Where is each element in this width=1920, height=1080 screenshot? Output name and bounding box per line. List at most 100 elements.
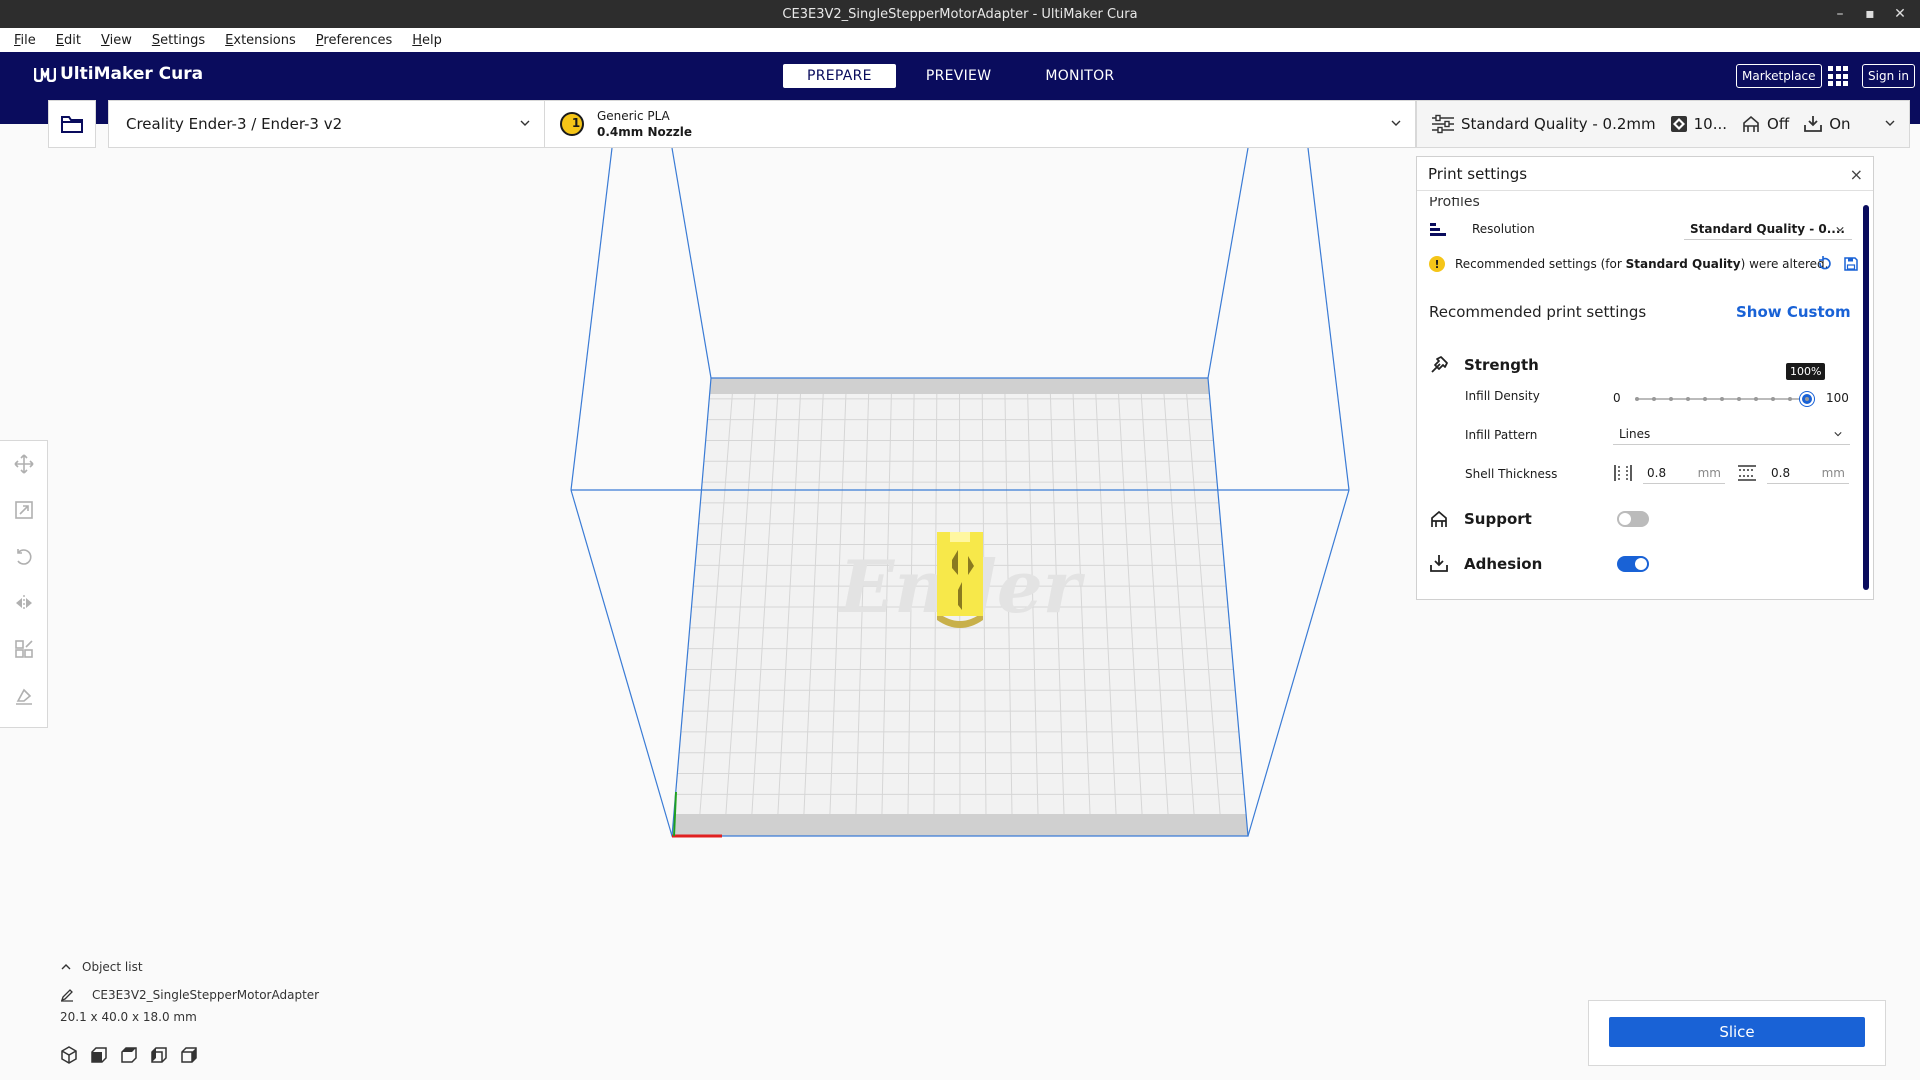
chevron-down-icon <box>1834 432 1842 437</box>
move-icon <box>13 454 34 474</box>
recommended-title: Recommended print settings <box>1429 303 1647 321</box>
print-settings-panel: Print settings × Profiles Resolution Sta… <box>1416 156 1874 600</box>
tab-preview[interactable]: PREVIEW <box>902 64 1016 88</box>
right-view-icon[interactable] <box>180 1046 198 1064</box>
window-title-bar: CE3E3V2_SingleStepperMotorAdapter - Ulti… <box>0 0 1920 28</box>
show-custom-button[interactable]: Show Custom <box>1736 303 1851 321</box>
slider-tick <box>1737 397 1741 401</box>
object-name: CE3E3V2_SingleStepperMotorAdapter <box>92 988 320 1002</box>
menu-preferences[interactable]: Preferences <box>308 33 400 48</box>
3d-view-icon[interactable] <box>60 1046 78 1064</box>
profiles-heading: Profiles <box>1429 197 1480 209</box>
transform-toolbar <box>0 440 48 728</box>
adhesion-toggle[interactable] <box>1617 556 1649 572</box>
infill-summary: 10... <box>1693 115 1728 133</box>
close-icon[interactable]: × <box>1850 165 1863 184</box>
menu-help[interactable]: Help <box>404 33 450 48</box>
top-view-icon[interactable] <box>120 1046 138 1064</box>
printer-name: Creality Ender-3 / Ender-3 v2 <box>126 115 343 133</box>
model-object[interactable] <box>937 532 983 628</box>
menu-file[interactable]: File <box>6 33 44 48</box>
support-toggle[interactable] <box>1617 511 1649 527</box>
support-icon <box>1743 115 1759 132</box>
object-list-header[interactable]: Object list <box>60 960 319 974</box>
mirror-icon <box>15 595 32 612</box>
strength-title: Strength <box>1464 356 1539 374</box>
nozzle-size: 0.4mm Nozzle <box>597 125 692 139</box>
slice-panel: Slice <box>1588 1000 1886 1066</box>
infill-icon <box>1670 116 1687 132</box>
save-icon[interactable] <box>1843 256 1859 272</box>
menu-view[interactable]: View <box>93 33 140 48</box>
slice-button[interactable]: Slice <box>1609 1017 1865 1047</box>
settings-sliders-icon <box>1432 114 1454 134</box>
panel-scrollbar[interactable] <box>1863 205 1869 590</box>
slider-tick <box>1805 397 1809 401</box>
infill-pattern-dropdown[interactable]: Lines <box>1613 423 1850 445</box>
top-bottom-thickness-input[interactable]: 0.8 mm <box>1767 462 1849 484</box>
recommended-header: Recommended print settings Show Custom <box>1429 301 1851 323</box>
menu-settings[interactable]: Settings <box>144 33 213 48</box>
slider-tick <box>1652 397 1656 401</box>
rotate-tool-button[interactable] <box>8 542 40 572</box>
camera-view-buttons <box>60 1046 210 1064</box>
adhesion-summary: On <box>1829 115 1851 133</box>
close-window-button[interactable]: ✕ <box>1886 0 1914 28</box>
slider-tick <box>1771 397 1775 401</box>
wall-thickness-input[interactable]: 0.8 mm <box>1643 462 1725 484</box>
object-list-title: Object list <box>82 960 143 974</box>
sign-in-button[interactable]: Sign in <box>1862 64 1915 88</box>
warning-icon: ! <box>1429 256 1445 272</box>
rotate-icon <box>16 548 31 565</box>
tab-monitor[interactable]: MONITOR <box>1021 64 1138 88</box>
resolution-dropdown[interactable]: Standard Quality - 0.... <box>1684 218 1852 240</box>
panel-title: Print settings <box>1428 164 1528 183</box>
wall-thickness-icon <box>1614 465 1632 481</box>
slider-tick <box>1703 397 1707 401</box>
tab-prepare[interactable]: PREPARE <box>783 64 896 88</box>
infill-pattern-label: Infill Pattern <box>1465 428 1538 442</box>
open-file-button[interactable] <box>48 100 96 148</box>
object-list: Object list CE3E3V2_SingleStepperMotorAd… <box>60 960 319 1024</box>
minimize-button[interactable]: – <box>1826 0 1854 28</box>
resolution-row: Resolution Standard Quality - 0.... <box>1429 217 1852 241</box>
slider-tick <box>1635 397 1639 401</box>
support-blocker-button[interactable] <box>8 681 40 711</box>
adhesion-icon <box>1804 116 1823 132</box>
app-logo: UltiMaker Cura <box>34 64 203 84</box>
menu-edit[interactable]: Edit <box>48 33 89 48</box>
chevron-down-icon <box>1391 120 1401 126</box>
window-title: CE3E3V2_SingleStepperMotorAdapter - Ulti… <box>782 6 1138 22</box>
marketplace-button[interactable]: Marketplace <box>1736 64 1822 88</box>
support-summary: Off <box>1767 115 1790 133</box>
object-dimensions: 20.1 x 40.0 x 18.0 mm <box>60 1010 197 1024</box>
infill-density-label: Infill Density <box>1465 389 1540 403</box>
print-settings-selector[interactable]: Standard Quality - 0.2mm 10... Off On <box>1416 100 1910 148</box>
per-model-settings-icon <box>14 640 33 659</box>
reset-icon[interactable] <box>1817 256 1833 272</box>
move-tool-button[interactable] <box>8 449 40 479</box>
menu-extensions[interactable]: Extensions <box>217 33 304 48</box>
mirror-tool-button[interactable] <box>8 588 40 618</box>
resolution-icon <box>1430 223 1446 236</box>
support-title: Support <box>1464 510 1532 528</box>
chevron-down-icon <box>520 120 530 126</box>
ultimaker-logo-icon <box>34 68 56 82</box>
per-model-settings-button[interactable] <box>8 634 40 664</box>
slider-tick <box>1788 397 1792 401</box>
top-bottom-thickness-icon <box>1738 465 1756 481</box>
scale-tool-button[interactable] <box>8 495 40 525</box>
infill-min-label: 0 <box>1613 391 1621 405</box>
support-icon <box>1431 510 1447 527</box>
printer-selector[interactable]: Creality Ender-3 / Ender-3 v2 <box>108 100 545 148</box>
material-selector[interactable]: 1 Generic PLA 0.4mm Nozzle <box>544 100 1416 148</box>
menu-bar: File Edit View Settings Extensions Prefe… <box>0 28 1920 52</box>
slider-tick <box>1754 397 1758 401</box>
front-view-icon[interactable] <box>90 1046 108 1064</box>
altered-settings-warning: ! Recommended settings (for Standard Qua… <box>1429 253 1858 275</box>
object-list-item[interactable]: CE3E3V2_SingleStepperMotorAdapter <box>60 988 319 1002</box>
apps-grid-icon[interactable] <box>1828 66 1848 86</box>
infill-max-label: 100 <box>1826 391 1849 405</box>
left-view-icon[interactable] <box>150 1046 168 1064</box>
maximize-button[interactable]: ▪ <box>1856 0 1884 28</box>
